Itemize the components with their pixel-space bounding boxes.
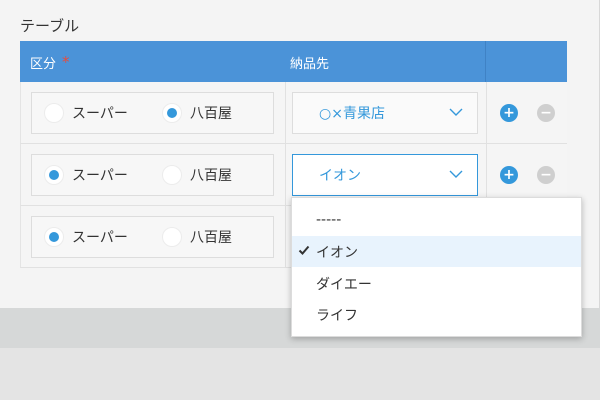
column-divider bbox=[285, 82, 286, 144]
page-background bbox=[0, 348, 600, 400]
deliver-select-value: ○×青果店 bbox=[319, 106, 385, 122]
dropdown-item-selected[interactable]: イオン bbox=[292, 236, 581, 267]
radio-option-yaoya[interactable]: 八百屋 bbox=[162, 164, 232, 186]
header-kubun-label: 区分 bbox=[30, 57, 57, 72]
radio-option-super[interactable]: スーパー bbox=[44, 102, 128, 124]
radio-option-yaoya[interactable]: 八百屋 bbox=[162, 102, 232, 124]
check-icon bbox=[298, 245, 310, 255]
deliver-select[interactable]: ○×青果店 bbox=[292, 92, 478, 134]
radio-button[interactable] bbox=[162, 227, 182, 247]
radio-button-selected[interactable] bbox=[44, 165, 64, 185]
radio-option-yaoya[interactable]: 八百屋 bbox=[162, 226, 232, 248]
radio-group: スーパー 八百屋 bbox=[31, 92, 274, 134]
radio-button[interactable] bbox=[162, 165, 182, 185]
table-row: スーパー 八百屋 ○×青果店 + − bbox=[20, 82, 567, 144]
add-row-button[interactable]: + bbox=[500, 104, 518, 122]
add-row-button[interactable]: + bbox=[500, 166, 518, 184]
dropdown-item[interactable]: ダイエー bbox=[292, 268, 581, 299]
dropdown-item-label: ライフ bbox=[316, 307, 358, 324]
remove-row-button[interactable]: − bbox=[537, 166, 555, 184]
table-header: 区分 * 納品先 bbox=[20, 41, 567, 82]
remove-row-button[interactable]: − bbox=[537, 104, 555, 122]
radio-label: スーパー bbox=[72, 106, 128, 122]
required-mark: * bbox=[62, 53, 70, 71]
radio-label: スーパー bbox=[72, 230, 128, 246]
radio-label: スーパー bbox=[72, 168, 128, 184]
deliver-select[interactable]: イオン bbox=[292, 154, 478, 196]
radio-option-super[interactable]: スーパー bbox=[44, 164, 128, 186]
radio-option-super[interactable]: スーパー bbox=[44, 226, 128, 248]
radio-group: スーパー 八百屋 bbox=[31, 216, 274, 258]
dropdown-item[interactable]: ----- bbox=[292, 204, 581, 235]
column-divider bbox=[285, 206, 286, 268]
chevron-down-icon bbox=[449, 108, 463, 116]
deliver-dropdown-menu: ----- イオン ダイエー ライフ bbox=[291, 197, 582, 337]
column-divider bbox=[285, 144, 286, 206]
chevron-down-icon bbox=[449, 170, 463, 178]
radio-button[interactable] bbox=[44, 103, 64, 123]
radio-label: 八百屋 bbox=[190, 230, 232, 246]
header-deliver: 納品先 bbox=[290, 57, 330, 72]
radio-group: スーパー 八百屋 bbox=[31, 154, 274, 196]
radio-label: 八百屋 bbox=[190, 106, 232, 122]
header-kubun: 区分 * bbox=[30, 53, 70, 72]
header-divider bbox=[485, 41, 486, 82]
radio-button-selected[interactable] bbox=[44, 227, 64, 247]
radio-button-selected[interactable] bbox=[162, 103, 182, 123]
dropdown-item-label: イオン bbox=[316, 244, 358, 261]
section-title: テーブル bbox=[20, 17, 80, 35]
dropdown-item-label: ----- bbox=[316, 211, 342, 228]
dropdown-item[interactable]: ライフ bbox=[292, 299, 581, 330]
dropdown-item-label: ダイエー bbox=[316, 276, 372, 293]
column-divider bbox=[486, 82, 487, 144]
deliver-select-value: イオン bbox=[319, 168, 361, 184]
radio-label: 八百屋 bbox=[190, 168, 232, 184]
